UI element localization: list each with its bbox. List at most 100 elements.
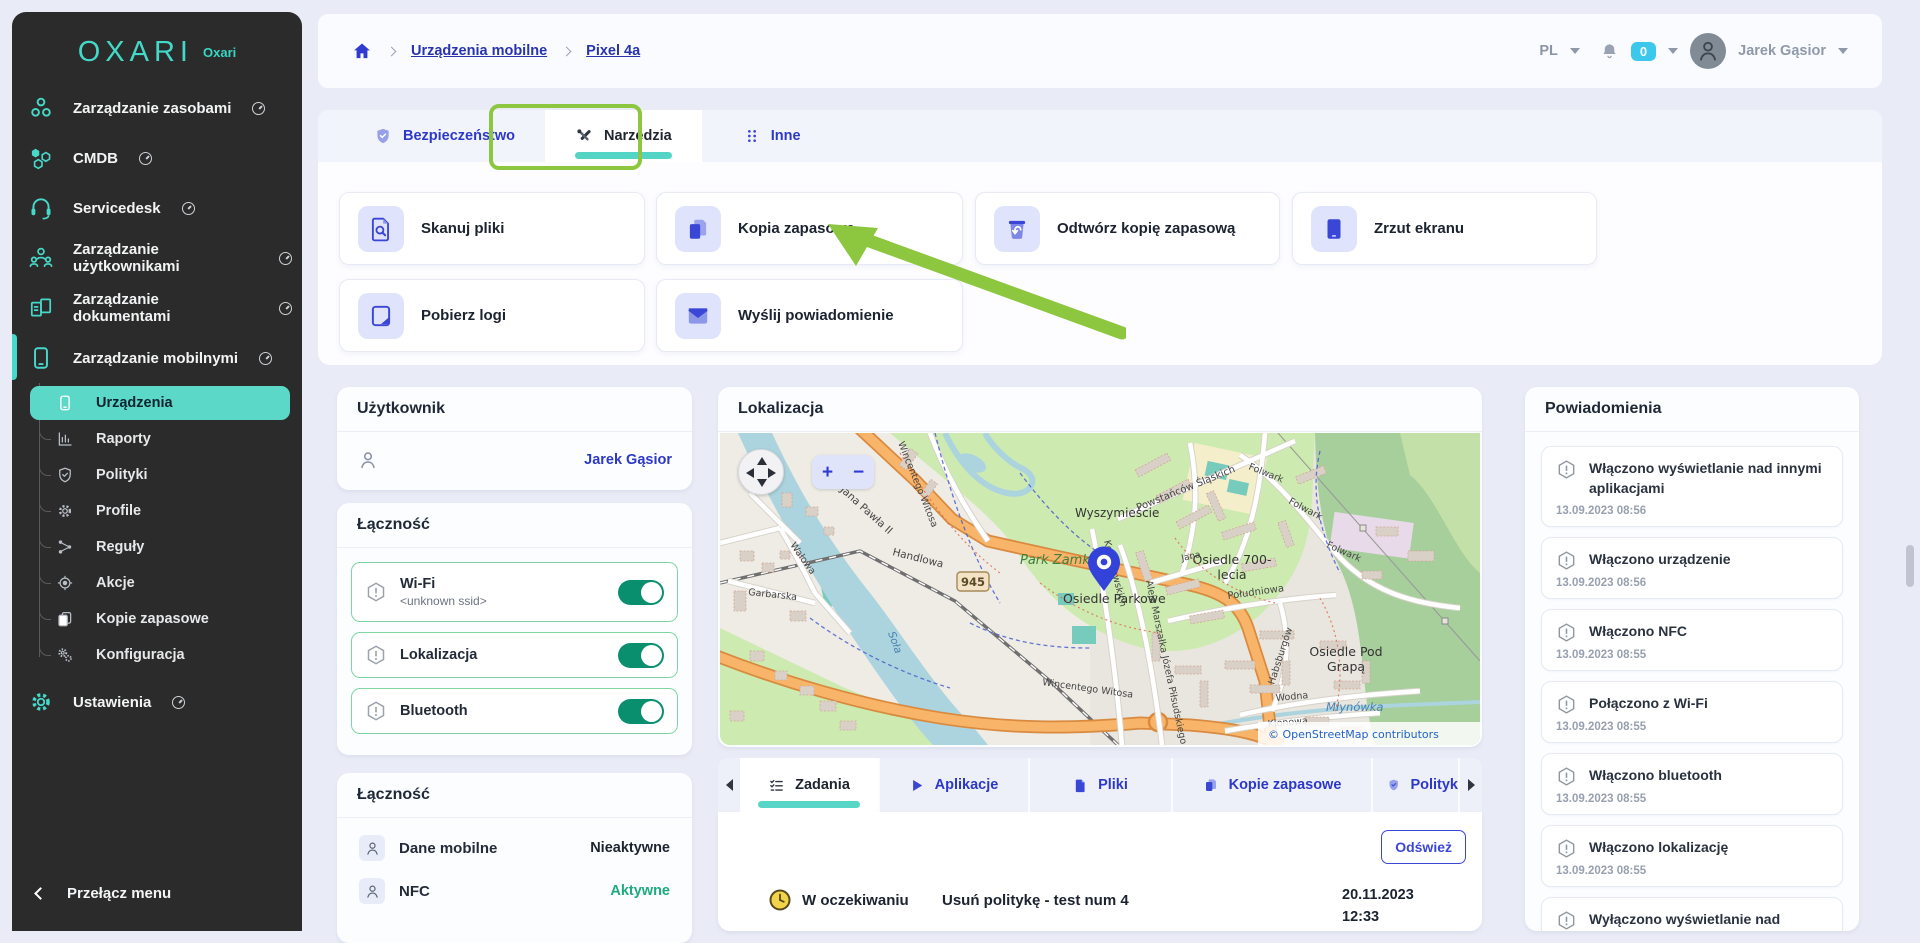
user-row: Jarek Gąsior: [337, 432, 692, 488]
bluetooth-toggle[interactable]: [618, 699, 664, 724]
pan-up-icon[interactable]: [757, 457, 767, 465]
chevron-down-icon: [1668, 48, 1678, 54]
map-attribution[interactable]: © OpenStreetMap contributors: [1258, 722, 1480, 745]
zoom-out-button[interactable]: −: [853, 463, 864, 482]
breadcrumb: Urządzenia mobilne Pixel 4a: [352, 41, 640, 61]
svg-text:Grapą: Grapą: [1327, 659, 1365, 674]
task-date: 20.11.2023: [1342, 884, 1414, 906]
wifi-toggle[interactable]: [618, 580, 664, 605]
refresh-button[interactable]: Odśwież: [1381, 830, 1466, 864]
mobile-data-row: Dane mobilne Nieaktywne: [337, 835, 692, 861]
sidebar-item-zarzadzanie-mobilnymi[interactable]: Zarządzanie mobilnymi: [12, 333, 302, 383]
grid-dots-icon: [744, 128, 760, 144]
page-scrollbar-thumb[interactable]: [1906, 545, 1914, 587]
sidebar-item-zarzadzanie-uzytkownikami[interactable]: Zarządzanie użytkownikami: [12, 233, 302, 283]
brand: OXARI Oxari: [12, 12, 302, 83]
svg-text:Młynówka: Młynówka: [1326, 700, 1383, 714]
sidebar-item-polityki[interactable]: Polityki: [12, 457, 302, 493]
sidebar-item-konfiguracja[interactable]: Konfiguracja: [12, 637, 302, 673]
action-card-skanuj-pliki[interactable]: Skanuj pliki: [339, 192, 645, 265]
notification-title: Włączono bluetooth: [1589, 765, 1722, 785]
copy-icon: [56, 610, 74, 628]
tab-kopie-zapasowe[interactable]: Kopie zapasowe: [1173, 758, 1373, 812]
hexagon-alert-icon: [365, 581, 387, 603]
sidebar-item-label: Raporty: [96, 431, 151, 447]
user-profile-link[interactable]: Jarek Gąsior: [584, 452, 672, 468]
connectivity2-panel-title: Łączność: [337, 773, 692, 818]
bell-icon[interactable]: [1600, 42, 1619, 61]
sidebar: OXARI Oxari Zarządzanie zasobami CMDB Se…: [12, 12, 302, 931]
hexagon-alert-icon: [1556, 550, 1577, 571]
chevron-down-icon: [1838, 48, 1848, 54]
sidebar-item-reguly[interactable]: Reguły: [12, 529, 302, 565]
language-selector[interactable]: PL: [1539, 43, 1558, 59]
sidebar-item-label: Zarządzanie zasobami: [73, 100, 231, 117]
action-card-pobierz-logi[interactable]: Pobierz logi: [339, 279, 645, 352]
wifi-ssid: <unknown ssid>: [400, 594, 487, 608]
tab-polityki[interactable]: Polityk: [1373, 758, 1460, 812]
tab-inne[interactable]: Inne: [714, 110, 831, 162]
zoom-in-button[interactable]: +: [822, 463, 833, 482]
notification-title: Włączono wyświetlanie nad innymi aplikac…: [1589, 458, 1828, 499]
location-toggle[interactable]: [618, 643, 664, 668]
notification-time: 13.09.2023 08:55: [1556, 865, 1828, 877]
notification-count-badge[interactable]: 0: [1631, 42, 1656, 61]
pan-left-icon[interactable]: [746, 468, 754, 478]
gear-icon: [56, 502, 74, 520]
action-card-kopia-zapasowa[interactable]: Kopia zapasowa: [656, 192, 963, 265]
chevron-left-icon: [34, 887, 47, 900]
tab-bezpieczenstwo[interactable]: Bezpieczeństwo: [344, 110, 545, 162]
breadcrumb-link-devices[interactable]: Urządzenia mobilne: [411, 43, 547, 59]
sidebar-item-servicedesk[interactable]: Servicedesk: [12, 183, 302, 233]
sidebar-item-zarzadzanie-zasobami[interactable]: Zarządzanie zasobami: [12, 83, 302, 133]
sidebar-item-kopie-zapasowe[interactable]: Kopie zapasowe: [12, 601, 302, 637]
tab-aplikacje[interactable]: Aplikacje: [880, 758, 1030, 812]
sidebar-item-cmdb[interactable]: CMDB: [12, 133, 302, 183]
pan-down-icon[interactable]: [757, 479, 767, 487]
sidebar-item-profile[interactable]: Profile: [12, 493, 302, 529]
tasks-panel: Odśwież W oczekiwaniu Usuń politykę - te…: [718, 812, 1482, 931]
sidebar-item-ustawienia[interactable]: Ustawienia: [12, 677, 302, 727]
sidebar-item-akcje[interactable]: Akcje: [12, 565, 302, 601]
map[interactable]: 945 Park Zamkowy Osiedle Parkowe Osiedle…: [720, 433, 1480, 745]
sidebar-item-urzadzenia[interactable]: Urządzenia: [12, 385, 302, 421]
oxari-logo: OXARI: [78, 36, 193, 69]
cmdb-icon: [28, 145, 54, 171]
user-menu[interactable]: Jarek Gąsior: [1738, 43, 1826, 59]
notifications-panel: Powiadomienia Włączono wyświetlanie nad …: [1525, 387, 1859, 931]
sidebar-item-label: Ustawienia: [73, 694, 151, 711]
header-actions: PL 0 Jarek Gąsior: [1539, 33, 1848, 69]
notification-title: Włączono NFC: [1589, 621, 1687, 641]
action-card-odtworz-kopie[interactable]: Odtwórz kopię zapasową: [975, 192, 1280, 265]
hexagon-alert-icon: [365, 644, 387, 666]
action-card-label: Kopia zapasowa: [738, 220, 855, 237]
notification-time: 13.09.2023 08:56: [1556, 577, 1828, 589]
home-icon[interactable]: [352, 41, 372, 61]
action-card-label: Odtwórz kopię zapasową: [1057, 220, 1235, 237]
notifications-list[interactable]: Włączono wyświetlanie nad innymi aplikac…: [1525, 432, 1859, 931]
tabs-scroll-left-button[interactable]: [718, 758, 740, 812]
tab-label: Polityk: [1410, 777, 1458, 793]
gauge-icon: [259, 352, 272, 365]
tab-narzedzia[interactable]: Narzędzia: [545, 110, 702, 162]
action-card-wyslij-powiadomienie[interactable]: Wyślij powiadomienie: [656, 279, 963, 352]
notification-title: Wyłączono wyświetlanie nad innymi aplika…: [1589, 909, 1828, 931]
map-pan-control[interactable]: [738, 449, 784, 495]
notification-item: Wyłączono wyświetlanie nad innymi aplika…: [1541, 897, 1843, 931]
tab-zadania[interactable]: Zadania: [740, 758, 880, 812]
sidebar-item-raporty[interactable]: Raporty: [12, 421, 302, 457]
collapse-menu-button[interactable]: Przełącz menu: [12, 885, 302, 902]
avatar[interactable]: [1690, 33, 1726, 69]
pan-right-icon[interactable]: [768, 468, 776, 478]
tab-pliki[interactable]: Pliki: [1030, 758, 1173, 812]
breadcrumb-link-device[interactable]: Pixel 4a: [586, 43, 640, 59]
tabs-scroll-right-button[interactable]: [1460, 758, 1482, 812]
location-row: Lokalizacja: [351, 632, 678, 678]
action-card-zrzut-ekranu[interactable]: Zrzut ekranu: [1292, 192, 1597, 265]
sidebar-item-label: Zarządzanie użytkownikami: [73, 241, 258, 275]
chevron-right-icon: [562, 46, 572, 56]
sidebar-item-label: Zarządzanie dokumentami: [73, 291, 258, 325]
checklist-icon: [768, 777, 785, 794]
nfc-label: NFC: [399, 883, 430, 900]
sidebar-item-zarzadzanie-dokumentami[interactable]: Zarządzanie dokumentami: [12, 283, 302, 333]
